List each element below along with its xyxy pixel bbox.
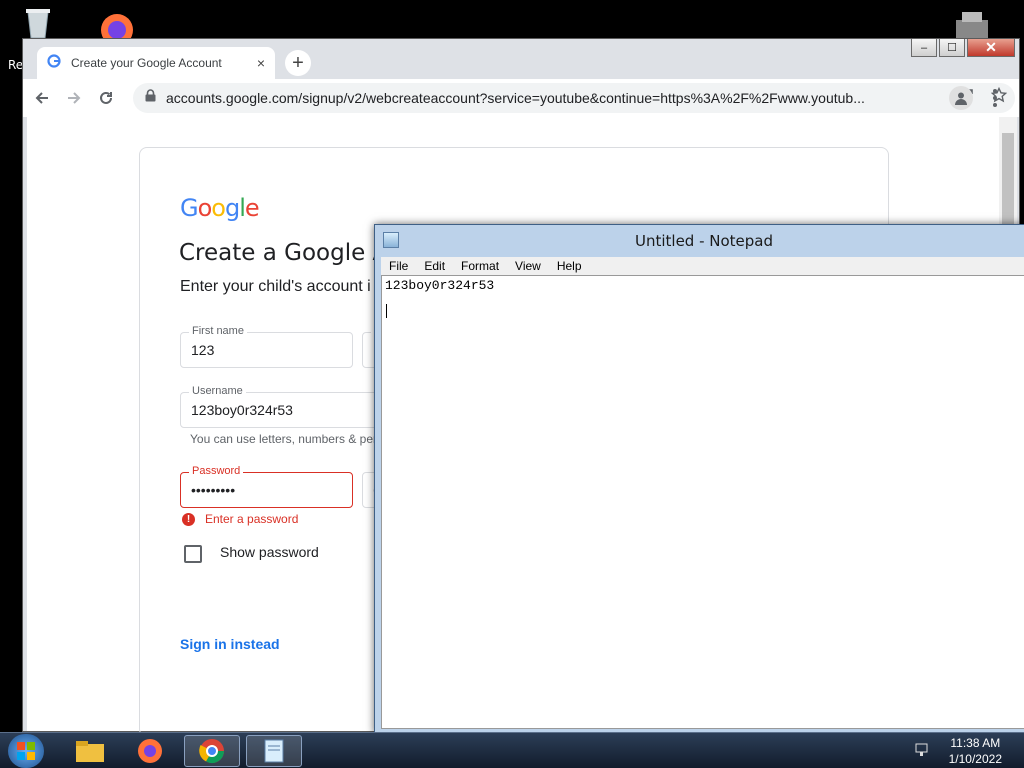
profile-avatar-icon[interactable] <box>949 86 973 110</box>
recycle-bin-icon[interactable] <box>20 6 56 40</box>
menu-file[interactable]: File <box>381 259 416 273</box>
menu-view[interactable]: View <box>507 259 549 273</box>
maximize-button[interactable]: ☐ <box>939 39 965 57</box>
notepad-menubar: File Edit Format View Help <box>381 257 1024 275</box>
firefox-desktop-icon[interactable] <box>94 6 140 46</box>
text-caret <box>386 304 387 318</box>
first-name-value: 123 <box>191 342 215 358</box>
address-bar[interactable]: accounts.google.com/signup/v2/webcreatea… <box>133 83 1015 113</box>
lock-icon <box>145 89 156 107</box>
sign-in-instead-link[interactable]: Sign in instead <box>180 636 280 652</box>
notepad-taskbar-icon <box>264 739 284 763</box>
clock-time: 11:38 AM <box>950 736 1001 750</box>
firefox-icon <box>138 739 162 763</box>
minimize-button[interactable]: – <box>911 39 937 57</box>
taskbar-notepad[interactable] <box>246 735 302 767</box>
close-button[interactable]: ✕ <box>967 39 1015 57</box>
taskbar-firefox[interactable] <box>122 735 178 767</box>
menu-help[interactable]: Help <box>549 259 590 273</box>
forward-arrow-icon[interactable] <box>61 85 87 111</box>
error-icon: ! <box>182 512 195 526</box>
first-name-field[interactable]: First name 123 <box>180 325 353 368</box>
password-field[interactable]: Password ••••••••• <box>180 465 353 508</box>
desktop: Re – ☐ ✕ Create your Google Account × + <box>0 0 1024 768</box>
password-label: Password <box>189 465 244 477</box>
password-error-text: Enter a password <box>205 512 299 526</box>
printer-desktop-icon[interactable] <box>952 10 992 40</box>
windows-logo-icon <box>17 742 35 760</box>
page-subtitle: Enter your child's account i <box>180 278 371 295</box>
recycle-bin-label: Re <box>8 58 24 72</box>
new-tab-button[interactable]: + <box>285 50 311 76</box>
window-controls: – ☐ ✕ <box>911 39 1015 57</box>
folder-icon <box>76 741 104 762</box>
menu-kebab-icon[interactable] <box>985 88 1005 108</box>
username-label: Username <box>189 385 246 397</box>
menu-format[interactable]: Format <box>453 259 507 273</box>
network-tray-icon[interactable] <box>914 741 932 759</box>
show-password-checkbox[interactable] <box>184 545 202 563</box>
start-button[interactable] <box>8 734 44 768</box>
notepad-window: Untitled - Notepad File Edit Format View… <box>374 224 1024 734</box>
notepad-text-area[interactable]: 123boy0r324r53 <box>381 275 1024 729</box>
browser-toolbar: accounts.google.com/signup/v2/webcreatea… <box>23 79 1019 117</box>
password-error: ! Enter a password <box>182 512 298 526</box>
reload-icon[interactable] <box>93 85 119 111</box>
first-name-label: First name <box>189 325 247 337</box>
password-value: ••••••••• <box>191 482 236 498</box>
clock-date: 1/10/2022 <box>948 752 1002 766</box>
notepad-title: Untitled - Notepad <box>634 232 774 250</box>
tab-close-icon[interactable]: × <box>257 55 265 71</box>
chrome-icon <box>199 739 224 764</box>
back-arrow-icon[interactable] <box>29 85 55 111</box>
system-clock[interactable]: 11:38 AM 1/10/2022 <box>949 735 1002 767</box>
notepad-text: 123boy0r324r53 <box>385 278 495 293</box>
page-title: Create a Google A <box>179 240 389 266</box>
show-password-label[interactable]: Show password <box>220 544 319 560</box>
taskbar: 11:38 AM 1/10/2022 <box>0 732 1024 768</box>
google-logo: Google <box>180 194 260 222</box>
tab-title: Create your Google Account <box>71 56 222 70</box>
browser-tab[interactable]: Create your Google Account × <box>37 47 275 79</box>
username-value: 123boy0r324r53 <box>191 402 293 418</box>
menu-edit[interactable]: Edit <box>416 259 453 273</box>
taskbar-chrome[interactable] <box>184 735 240 767</box>
scroll-thumb[interactable] <box>1002 133 1014 233</box>
username-hint: You can use letters, numbers & peri <box>190 432 380 446</box>
google-favicon-icon <box>47 53 61 73</box>
url-text: accounts.google.com/signup/v2/webcreatea… <box>166 90 865 106</box>
taskbar-explorer[interactable] <box>62 735 118 767</box>
